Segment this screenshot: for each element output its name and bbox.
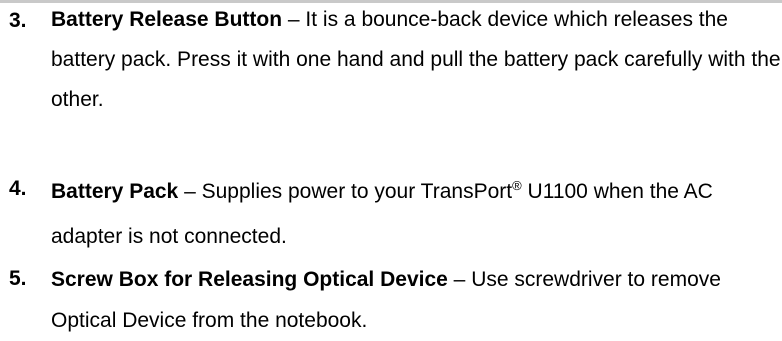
item-dash: – <box>282 8 306 31</box>
item-content: Screw Box for Releasing Optical Device –… <box>51 259 781 341</box>
item-number: 5. <box>9 267 27 290</box>
list-item-screw-box: 5. Screw Box for Releasing Optical Devic… <box>0 259 781 341</box>
list-item-battery-pack: 4. Battery Pack – Supplies power to your… <box>0 169 781 259</box>
document-page: { "items": [ { "number": "3.", "term": "… <box>0 0 782 332</box>
item-term: Battery Release Button <box>51 8 283 31</box>
item-dash: – <box>447 268 472 291</box>
item-content: Battery Release Button – It is a bounce-… <box>51 0 781 120</box>
item-description-start: Supplies power to your TransPort <box>201 180 513 203</box>
item-number: 4. <box>9 177 27 200</box>
item-content: Battery Pack – Supplies power to your Tr… <box>51 169 781 259</box>
item-dash: – <box>178 180 202 203</box>
registered-trademark-symbol: ® <box>512 178 522 193</box>
item-term: Battery Pack <box>51 180 179 203</box>
list-item-battery-release-button: 3. Battery Release Button – It is a boun… <box>0 1 781 121</box>
item-number: 3. <box>9 9 27 32</box>
item-term: Screw Box for Releasing Optical Device <box>51 268 448 291</box>
